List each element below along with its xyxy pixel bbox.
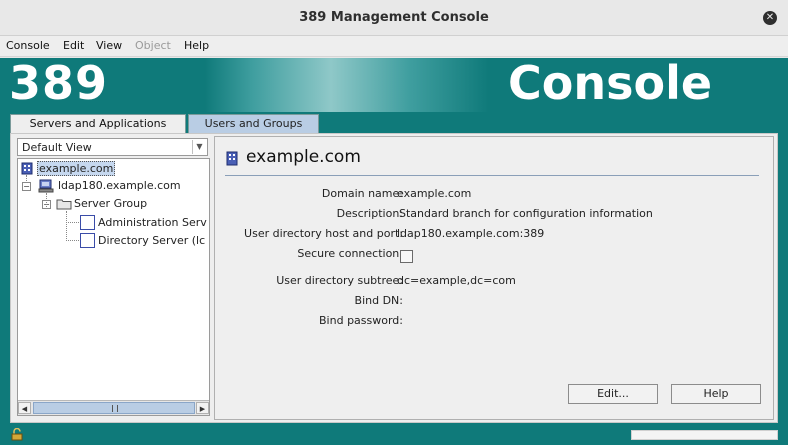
tree-node-label: Directory Server (lc bbox=[98, 234, 206, 247]
tree-node-label: Administration Serv bbox=[98, 216, 207, 229]
banner-brand-number: 389 bbox=[9, 58, 109, 110]
status-bar bbox=[0, 425, 788, 445]
lock-icon bbox=[11, 428, 23, 441]
server-tree: example.com − ldap180.example.com − Serv… bbox=[17, 158, 210, 416]
scroll-left-icon[interactable]: ◀ bbox=[18, 402, 31, 414]
domain-detail-pane: example.com Domain name: example.com Des… bbox=[214, 136, 774, 420]
servers-panel: Default View ▼ example.com − ldap180.exa… bbox=[10, 133, 778, 423]
scrollbar-thumb[interactable] bbox=[33, 402, 195, 414]
server-host-icon bbox=[38, 179, 54, 193]
tab-servers-and-applications[interactable]: Servers and Applications bbox=[10, 114, 186, 134]
domain-name-value: example.com bbox=[397, 187, 472, 200]
grip-icon bbox=[112, 405, 118, 412]
domain-icon bbox=[21, 162, 33, 175]
menu-bar: Console Edit View Object Help bbox=[0, 36, 788, 57]
tree-connector bbox=[46, 193, 47, 207]
secure-connection-label: Secure connection: bbox=[297, 247, 403, 260]
domain-icon bbox=[226, 151, 238, 166]
console-banner: 389 Console bbox=[0, 58, 788, 112]
collapse-toggle-icon[interactable]: − bbox=[22, 182, 31, 191]
detail-heading: example.com bbox=[246, 147, 361, 167]
bind-password-label: Bind password: bbox=[319, 314, 403, 327]
tree-node-label: ldap180.example.com bbox=[58, 179, 181, 192]
tree-horizontal-scrollbar[interactable]: ◀ ▶ bbox=[18, 400, 209, 415]
detail-separator bbox=[225, 175, 759, 176]
server-instance-icon bbox=[80, 215, 95, 230]
window-titlebar: 389 Management Console ✕ bbox=[0, 0, 788, 36]
menu-object[interactable]: Object bbox=[135, 39, 171, 52]
edit-button[interactable]: Edit... bbox=[568, 384, 658, 404]
window-title: 389 Management Console bbox=[299, 10, 489, 25]
domain-name-label: Domain name: bbox=[321, 187, 403, 200]
view-select-value: Default View bbox=[22, 141, 92, 154]
host-port-value: ldap180.example.com:389 bbox=[397, 227, 545, 240]
tree-connector bbox=[66, 240, 79, 241]
menu-edit[interactable]: Edit bbox=[63, 39, 84, 52]
tree-connector bbox=[66, 222, 79, 223]
menu-view[interactable]: View bbox=[96, 39, 122, 52]
view-select[interactable]: Default View ▼ bbox=[17, 138, 208, 156]
description-value: Standard branch for configuration inform… bbox=[399, 207, 653, 220]
help-button[interactable]: Help bbox=[671, 384, 761, 404]
menu-help[interactable]: Help bbox=[184, 39, 209, 52]
description-label: Description: bbox=[336, 207, 403, 220]
close-icon[interactable]: ✕ bbox=[763, 11, 777, 25]
subtree-label: User directory subtree: bbox=[276, 274, 403, 287]
tab-users-and-groups[interactable]: Users and Groups bbox=[188, 114, 319, 133]
host-port-label: User directory host and port: bbox=[244, 227, 403, 240]
scroll-right-icon[interactable]: ▶ bbox=[196, 402, 209, 414]
folder-icon bbox=[56, 199, 72, 210]
tree-node-label: example.com bbox=[37, 161, 116, 176]
tree-connector bbox=[66, 211, 67, 241]
status-progress-bar bbox=[631, 430, 778, 440]
console-main: 389 Console Servers and Applications Use… bbox=[0, 58, 788, 445]
menu-console[interactable]: Console bbox=[6, 39, 50, 52]
chevron-down-icon[interactable]: ▼ bbox=[192, 140, 206, 154]
bind-dn-label: Bind DN: bbox=[354, 294, 403, 307]
subtree-value: dc=example,dc=com bbox=[397, 274, 516, 287]
secure-connection-checkbox[interactable] bbox=[400, 250, 413, 263]
tree-node-label: Server Group bbox=[74, 197, 148, 210]
server-instance-icon bbox=[80, 233, 95, 248]
banner-brand-word: Console bbox=[508, 58, 713, 110]
